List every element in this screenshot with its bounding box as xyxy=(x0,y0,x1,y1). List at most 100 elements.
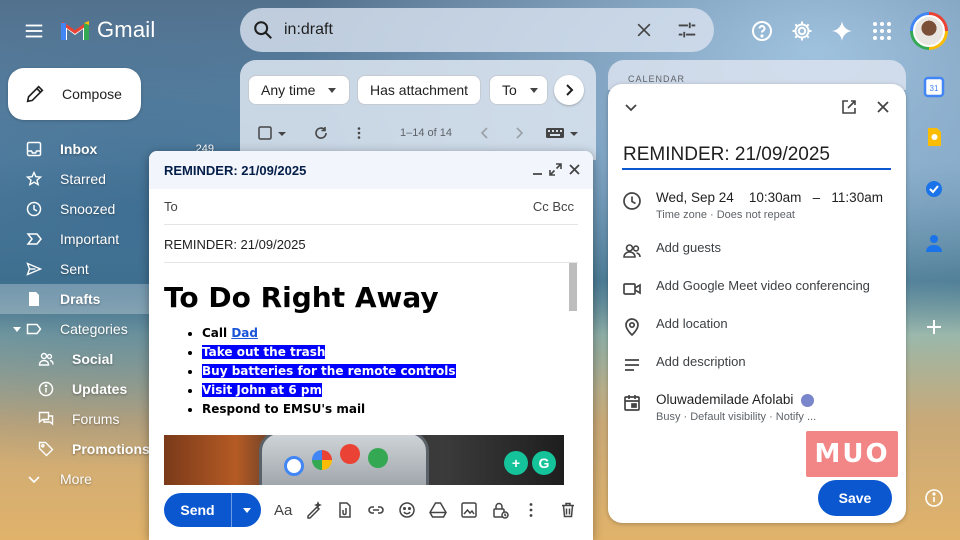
event-datetime-row[interactable]: Wed, Sep 24 10:30am – 11:30am Time zone … xyxy=(622,190,896,221)
caret-down-icon[interactable] xyxy=(13,325,21,333)
select-dropdown-icon[interactable] xyxy=(277,126,287,140)
calendar-owner-row[interactable]: Oluwademilade Afolabi Busy · Default vis… xyxy=(622,392,896,423)
attach-file-icon[interactable] xyxy=(336,501,354,519)
add-description-label: Add description xyxy=(656,354,746,369)
more-vert-icon[interactable] xyxy=(352,126,366,140)
add-location-label: Add location xyxy=(656,316,728,331)
play-store-app-icon xyxy=(368,448,388,468)
next-page-icon[interactable] xyxy=(512,126,526,140)
search-bar[interactable]: in:draft xyxy=(240,8,714,52)
people-icon xyxy=(38,351,54,367)
refresh-icon[interactable] xyxy=(314,126,328,140)
send-options-button[interactable] xyxy=(231,493,261,527)
insert-emoji-icon[interactable] xyxy=(398,501,416,519)
info-icon[interactable] xyxy=(924,488,944,508)
to-label: To xyxy=(164,199,178,214)
event-end-time[interactable]: 11:30am xyxy=(831,190,883,205)
grammarly-logo-icon[interactable]: G xyxy=(532,451,556,475)
google-contacts-icon[interactable] xyxy=(923,232,945,254)
calendar-icon xyxy=(622,393,642,413)
insert-photo-icon[interactable] xyxy=(460,501,478,519)
input-tools-dropdown-icon[interactable] xyxy=(569,126,579,140)
event-date[interactable]: Wed, Sep 24 xyxy=(656,190,734,205)
close-panel-icon[interactable] xyxy=(874,98,892,116)
add-meet-row[interactable]: Add Google Meet video conferencing xyxy=(622,278,896,299)
discard-draft-icon[interactable] xyxy=(559,501,577,519)
more-options-icon[interactable] xyxy=(522,501,540,519)
help-me-write-icon[interactable] xyxy=(305,501,323,519)
dropdown-arrow-icon xyxy=(529,85,539,95)
gmail-logo[interactable]: Gmail xyxy=(60,17,155,43)
confidential-mode-icon[interactable] xyxy=(491,501,510,519)
help-icon[interactable] xyxy=(750,19,774,43)
grammarly-add-icon[interactable]: + xyxy=(504,451,528,475)
time-zone-repeat[interactable]: Time zone · Does not repeat xyxy=(656,209,883,221)
pagination-count: 1–14 of 14 xyxy=(400,127,452,139)
sidebar-item-label: Promotions xyxy=(72,441,150,457)
apps-grid-icon[interactable] xyxy=(870,19,894,43)
send-icon xyxy=(26,261,42,277)
message-body[interactable]: To Do Right Away Call Dad Take out the t… xyxy=(164,263,564,485)
list-item-text: Take out the trash xyxy=(202,345,326,359)
sidebar-item-label: Forums xyxy=(72,411,120,427)
open-in-new-icon[interactable] xyxy=(840,98,858,116)
search-icon[interactable] xyxy=(252,19,274,41)
search-options-icon[interactable] xyxy=(676,19,698,41)
sidebar-item-label: Social xyxy=(72,351,114,367)
list-item-text: Call xyxy=(202,326,232,340)
google-tasks-icon[interactable] xyxy=(923,178,945,200)
add-meet-label: Add Google Meet video conferencing xyxy=(656,278,870,293)
subject-field[interactable]: REMINDER: 21/09/2025 xyxy=(164,227,578,263)
minimize-icon[interactable] xyxy=(531,163,544,176)
filter-chip-has-attachment[interactable]: Has attachment xyxy=(357,75,482,105)
compose-header[interactable]: REMINDER: 21/09/2025 xyxy=(149,151,593,189)
list-item-text: Respond to EMSU's mail xyxy=(202,402,366,416)
send-button[interactable]: Send xyxy=(164,493,231,527)
filter-chip-to[interactable]: To xyxy=(489,75,548,105)
get-add-ons-plus-icon[interactable] xyxy=(923,316,945,338)
google-keep-icon[interactable] xyxy=(923,126,945,148)
cc-bcc-link[interactable]: Cc Bcc xyxy=(533,199,574,214)
collapse-chevron-icon[interactable] xyxy=(622,98,640,116)
close-icon[interactable] xyxy=(568,163,581,176)
previous-page-icon[interactable] xyxy=(478,126,492,140)
list-item: Respond to EMSU's mail xyxy=(202,400,564,419)
location-pin-icon xyxy=(622,317,642,337)
subject-value: REMINDER: 21/09/2025 xyxy=(164,237,306,252)
people-icon xyxy=(622,241,642,261)
formatting-options-button[interactable]: Aa xyxy=(274,502,292,519)
chip-label: To xyxy=(502,82,517,98)
grammarly-widget[interactable]: + G xyxy=(504,451,556,475)
main-menu-icon[interactable] xyxy=(22,20,46,42)
recipients-field[interactable]: To Cc Bcc xyxy=(164,189,578,225)
dad-link[interactable]: Dad xyxy=(231,326,258,340)
body-scrollbar[interactable] xyxy=(569,263,577,311)
chevron-down-icon xyxy=(26,471,42,487)
compose-button[interactable]: Compose xyxy=(8,68,141,120)
select-all-checkbox[interactable] xyxy=(258,126,272,140)
inbox-icon xyxy=(26,141,42,157)
chips-scroll-right-button[interactable] xyxy=(554,75,584,105)
add-guests-row[interactable]: Add guests xyxy=(622,240,896,261)
filter-chip-any-time[interactable]: Any time xyxy=(248,75,351,105)
google-calendar-icon[interactable]: 31 xyxy=(923,76,945,98)
list-item: Take out the trash xyxy=(202,343,564,362)
compose-window-title: REMINDER: 21/09/2025 xyxy=(164,162,307,178)
clear-search-icon[interactable] xyxy=(634,20,654,40)
google-drive-icon[interactable] xyxy=(429,501,448,519)
search-input[interactable]: in:draft xyxy=(284,21,634,39)
event-title-input[interactable]: REMINDER: 21/09/2025 xyxy=(622,144,891,170)
keyboard-icon[interactable] xyxy=(545,126,565,140)
add-location-row[interactable]: Add location xyxy=(622,316,896,337)
full-screen-icon[interactable] xyxy=(549,163,562,176)
account-avatar[interactable] xyxy=(910,12,948,50)
sidebar-item-label: Sent xyxy=(60,261,89,277)
event-start-time[interactable]: 10:30am xyxy=(749,190,802,205)
insert-link-icon[interactable] xyxy=(367,501,385,519)
calendar-color-dot[interactable] xyxy=(801,393,815,407)
owner-meta[interactable]: Busy · Default visibility · Notify ... xyxy=(656,411,816,423)
save-button[interactable]: Save xyxy=(818,480,892,516)
add-description-row[interactable]: Add description xyxy=(622,354,896,375)
settings-gear-icon[interactable] xyxy=(790,19,814,43)
gemini-sparkle-icon[interactable] xyxy=(830,19,854,43)
